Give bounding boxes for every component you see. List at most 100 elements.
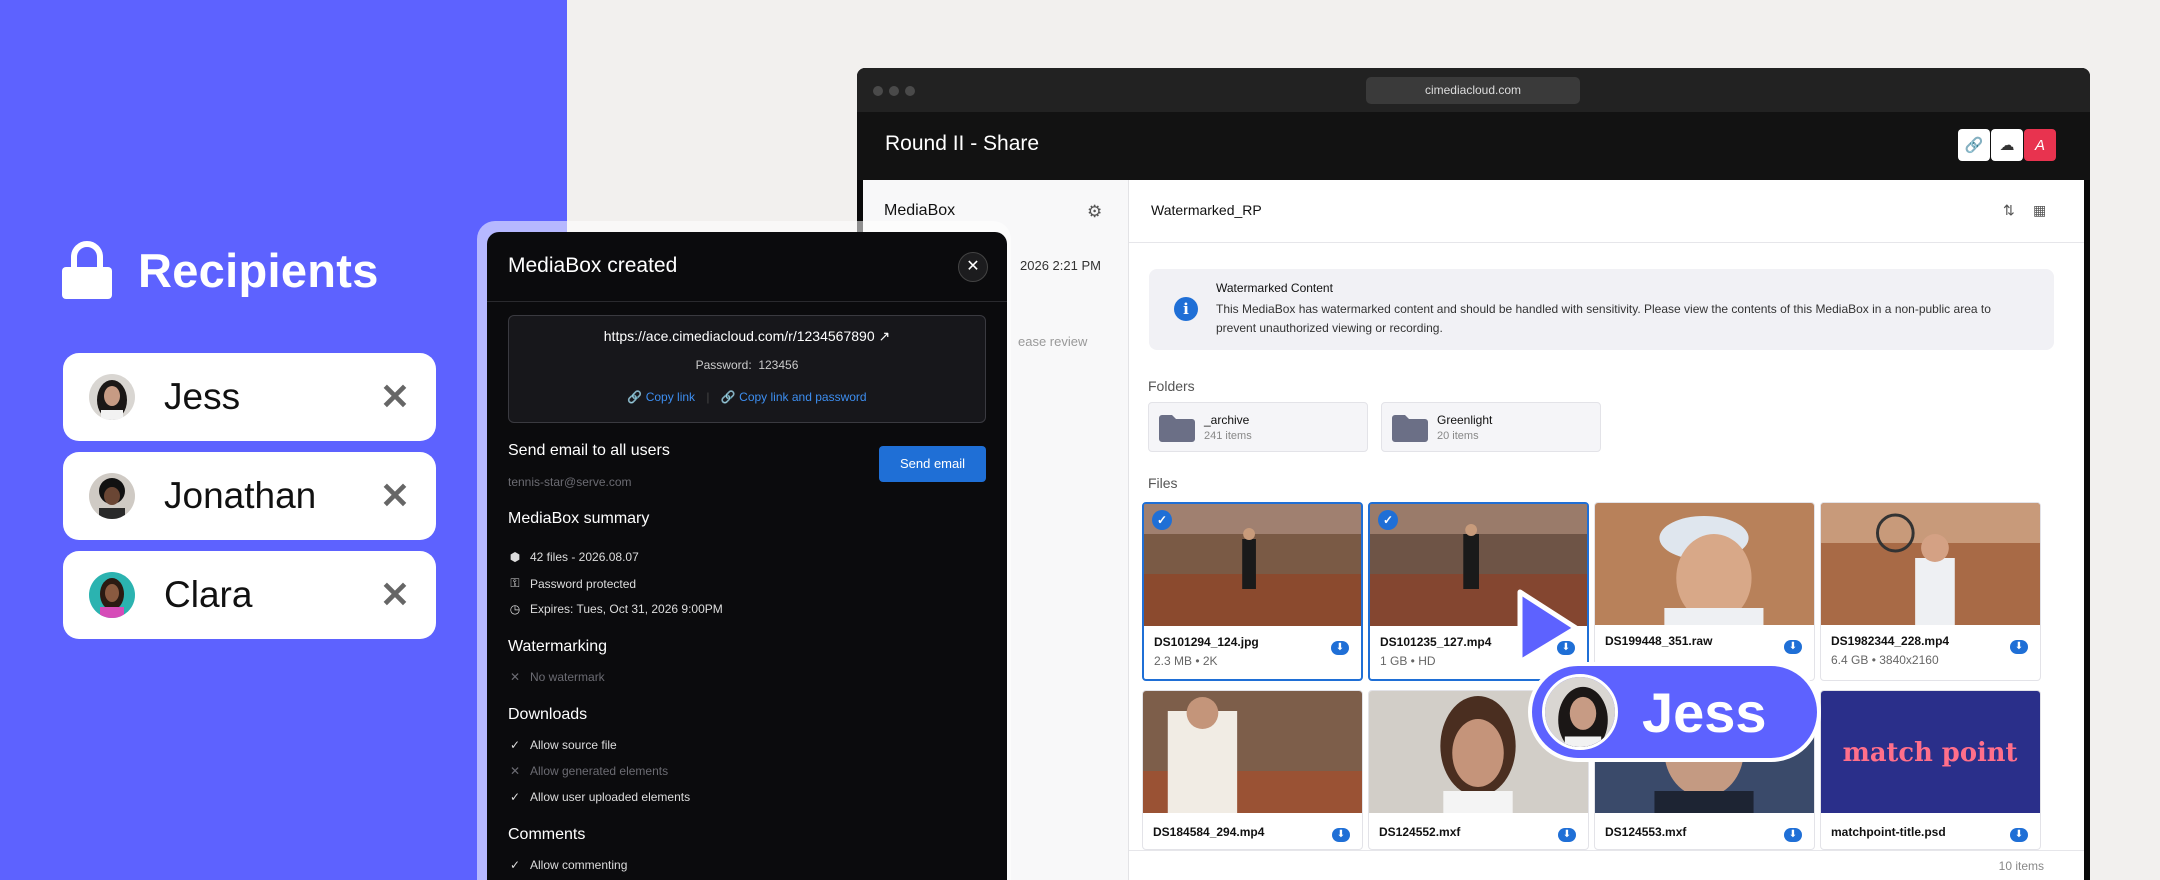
- password-label: Password:: [695, 358, 752, 372]
- banner-text: This MediaBox has watermarked content an…: [1216, 302, 1991, 335]
- copy-link-button[interactable]: Copy link: [646, 390, 695, 404]
- check-icon: ✓: [509, 858, 521, 872]
- divider: [1129, 242, 2084, 243]
- file-name: DS101294_124.jpg: [1154, 635, 1259, 649]
- avatar: [89, 473, 135, 519]
- window-dot[interactable]: [905, 86, 915, 96]
- key-icon: ⚿: [510, 576, 520, 590]
- download-option-label: Allow user uploaded elements: [530, 790, 691, 804]
- cloud-download-icon[interactable]: ☁: [1991, 129, 2023, 161]
- recipient-chip-jess[interactable]: Jess ✕: [63, 353, 436, 441]
- file-name: DS124552.mxf: [1379, 825, 1461, 839]
- sort-icon[interactable]: ⇅: [2003, 202, 2015, 219]
- folder-count: 20 items: [1437, 430, 1479, 442]
- brand-logo[interactable]: A: [2024, 129, 2056, 161]
- address-bar[interactable]: cimediacloud.com: [1366, 77, 1580, 104]
- cloud-download-icon[interactable]: ⬇: [1332, 828, 1350, 842]
- send-email-title: Send email to all users: [508, 442, 670, 459]
- share-link-text: https://ace.cimediacloud.com/r/123456789…: [603, 328, 875, 344]
- app-body: MediaBox ⚙ 2026 2:21 PM ease review Wate…: [863, 180, 2084, 880]
- close-icon[interactable]: ✕: [958, 252, 988, 282]
- file-card[interactable]: ✓ DS101294_124.jpg 2.3 MB • 2K ⬇: [1142, 502, 1363, 681]
- folder-name: _archive: [1204, 413, 1250, 427]
- download-option: ✓ Allow source file: [508, 738, 617, 752]
- x-icon: ✕: [509, 670, 521, 684]
- page-title: Round II - Share: [885, 132, 1040, 155]
- link-icon[interactable]: 🔗: [1958, 129, 1990, 161]
- summary-expires: Expires: Tues, Oct 31, 2026 9:00PM: [530, 602, 723, 616]
- sidebar-date: 2026 2:21 PM: [1020, 258, 1101, 273]
- summary-title: MediaBox summary: [508, 510, 650, 527]
- avatar: [89, 374, 135, 420]
- copy-link-password-button[interactable]: Copy link and password: [739, 390, 866, 404]
- download-option: ✓ Allow user uploaded elements: [508, 790, 690, 804]
- cursor-name: Jess: [1642, 680, 1767, 744]
- file-thumbnail: [1144, 504, 1361, 626]
- file-meta: 6.4 GB • 3840x2160: [1831, 653, 1939, 667]
- recipients-title: Recipients: [138, 243, 379, 297]
- cloud-download-icon[interactable]: ⬇: [1331, 641, 1349, 655]
- file-thumbnail: [1595, 503, 1814, 625]
- cursor-pointer-icon: [1517, 589, 1579, 665]
- check-icon: ✓: [509, 738, 521, 752]
- app-header: Round II - Share 🔗 ☁ A: [857, 112, 2090, 180]
- window-dot[interactable]: [889, 86, 899, 96]
- checkbox-checked-icon[interactable]: ✓: [1378, 510, 1398, 530]
- recipient-name: Jonathan: [164, 475, 317, 516]
- external-link-icon[interactable]: ↗: [879, 328, 891, 344]
- send-email-button[interactable]: Send email: [879, 446, 986, 482]
- cloud-download-icon[interactable]: ⬇: [2010, 640, 2028, 654]
- file-name: DS1982344_228.mp4: [1831, 634, 1950, 648]
- copy-links: 🔗 Copy link | 🔗 Copy link and password: [509, 390, 985, 404]
- file-thumbnail: match point: [1821, 691, 2040, 813]
- download-option-label: Allow generated elements: [530, 764, 669, 778]
- file-card[interactable]: DS1982344_228.mp4 6.4 GB • 3840x2160 ⬇: [1820, 502, 2041, 681]
- check-icon: ✓: [509, 790, 521, 804]
- checkbox-checked-icon[interactable]: ✓: [1152, 510, 1172, 530]
- downloads-title: Downloads: [508, 706, 588, 723]
- file-name: DS184584_294.mp4: [1153, 825, 1265, 839]
- watermark-value: No watermark: [530, 670, 605, 684]
- remove-icon[interactable]: ✕: [380, 475, 410, 517]
- grid-view-icon[interactable]: ▦: [2033, 202, 2046, 219]
- folder-title: Watermarked_RP: [1151, 202, 1262, 218]
- comment-option-label: Allow commenting: [530, 858, 628, 872]
- window-dot[interactable]: [873, 86, 883, 96]
- avatar: [1542, 674, 1618, 750]
- file-card[interactable]: DS184584_294.mp4 ⬇: [1142, 690, 1363, 850]
- summary-row: ⚿ Password protected: [508, 576, 636, 591]
- file-card[interactable]: DS199448_351.raw ⬇: [1594, 502, 1815, 681]
- remove-icon[interactable]: ✕: [380, 376, 410, 418]
- share-link[interactable]: https://ace.cimediacloud.com/r/123456789…: [509, 328, 985, 345]
- folders-label: Folders: [1148, 378, 1195, 394]
- separator: |: [706, 390, 710, 404]
- file-meta: 1 GB • HD: [1380, 654, 1436, 668]
- link-icon: 🔗: [720, 390, 736, 404]
- link-icon: 🔗: [627, 390, 643, 404]
- watermark-banner: i Watermarked Content This MediaBox has …: [1149, 269, 2054, 350]
- lock-icon: [62, 241, 112, 299]
- recipient-chip-jonathan[interactable]: Jonathan ✕: [63, 452, 436, 540]
- cloud-download-icon[interactable]: ⬇: [1784, 640, 1802, 654]
- cloud-download-icon[interactable]: ⬇: [2010, 828, 2028, 842]
- folder-icon: [1392, 415, 1428, 442]
- summary-row: ◷ Expires: Tues, Oct 31, 2026 9:00PM: [508, 602, 723, 616]
- password-value: 123456: [758, 358, 799, 372]
- folder-item[interactable]: _archive 241 items: [1148, 402, 1368, 452]
- divider: [1129, 850, 2084, 851]
- folder-item[interactable]: Greenlight 20 items: [1381, 402, 1601, 452]
- x-icon: ✕: [509, 764, 521, 778]
- sidebar-review-text: ease review: [1018, 334, 1088, 349]
- comment-option: ✓ Allow commenting: [508, 858, 627, 872]
- browser-window: cimediacloud.com Round II - Share 🔗 ☁ A …: [857, 68, 2090, 880]
- recipient-chip-clara[interactable]: Clara ✕: [63, 551, 436, 639]
- avatar: [89, 572, 135, 618]
- file-meta: 2.3 MB • 2K: [1154, 654, 1218, 668]
- cloud-download-icon[interactable]: ⬇: [1784, 828, 1802, 842]
- file-card[interactable]: match point matchpoint-title.psd ⬇: [1820, 690, 2041, 850]
- main-content: Watermarked_RP ⇅ ▦ i Watermarked Content…: [1129, 180, 2084, 880]
- password-line: Password: 123456: [509, 358, 985, 372]
- cloud-download-icon[interactable]: ⬇: [1558, 828, 1576, 842]
- gear-icon[interactable]: ⚙: [1087, 202, 1102, 222]
- remove-icon[interactable]: ✕: [380, 574, 410, 616]
